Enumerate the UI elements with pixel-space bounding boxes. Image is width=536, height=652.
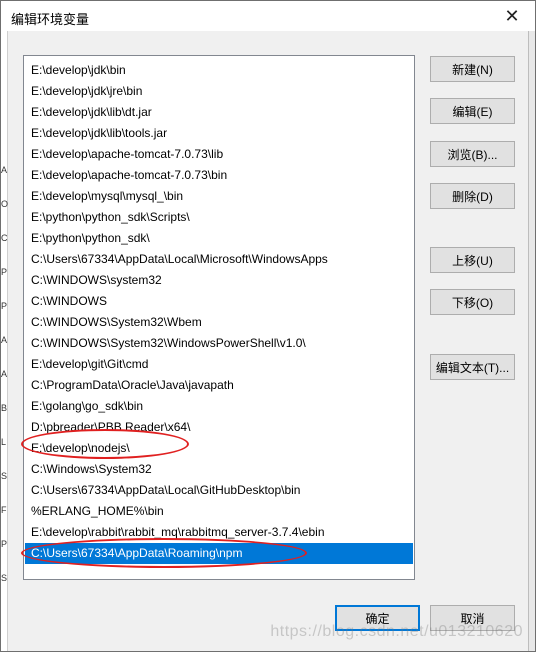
path-list-item[interactable]: C:\WINDOWS\System32\Wbem bbox=[25, 312, 413, 333]
close-icon: ✕ bbox=[504, 5, 520, 26]
path-list-item[interactable]: C:\WINDOWS\System32\WindowsPowerShell\v1… bbox=[25, 333, 413, 354]
path-list-item[interactable]: C:\Users\67334\AppData\Local\GitHubDeskt… bbox=[25, 480, 413, 501]
path-list-item[interactable]: E:\develop\nodejs\ bbox=[25, 438, 413, 459]
path-list-item[interactable]: C:\Windows\System32 bbox=[25, 459, 413, 480]
path-list-item[interactable]: E:\develop\apache-tomcat-7.0.73\lib bbox=[25, 144, 413, 165]
background-char: S bbox=[1, 573, 8, 583]
delete-button[interactable]: 删除(D) bbox=[430, 183, 515, 209]
background-char: A bbox=[1, 335, 8, 345]
background-window-scrollbar bbox=[528, 31, 535, 651]
background-char: P bbox=[1, 301, 8, 311]
path-list-item[interactable]: C:\WINDOWS\system32 bbox=[25, 270, 413, 291]
path-list-item[interactable]: E:\develop\jdk\lib\dt.jar bbox=[25, 102, 413, 123]
path-list-item[interactable]: E:\develop\jdk\bin bbox=[25, 60, 413, 81]
path-list-item[interactable]: %ERLANG_HOME%\bin bbox=[25, 501, 413, 522]
background-char: F bbox=[1, 505, 7, 515]
path-list-item[interactable]: E:\develop\apache-tomcat-7.0.73\bin bbox=[25, 165, 413, 186]
path-list-item[interactable]: D:\pbreader\PBB Reader\x64\ bbox=[25, 417, 413, 438]
path-list-item[interactable]: E:\develop\rabbit\rabbit_mq\rabbitmq_ser… bbox=[25, 522, 413, 543]
title-bar[interactable]: 编辑环境变量 ✕ bbox=[1, 1, 535, 31]
background-window-strip: A O C P P A A B L S F P S bbox=[1, 31, 8, 651]
path-list-item[interactable]: E:\develop\jdk\lib\tools.jar bbox=[25, 123, 413, 144]
path-list[interactable]: E:\develop\jdk\bin E:\develop\jdk\jre\bin… bbox=[23, 55, 415, 580]
move-up-button[interactable]: 上移(U) bbox=[430, 247, 515, 273]
path-list-item[interactable]: E:\python\python_sdk\Scripts\ bbox=[25, 207, 413, 228]
path-list-item[interactable]: E:\golang\go_sdk\bin bbox=[25, 396, 413, 417]
background-char: A bbox=[1, 165, 8, 175]
path-list-item[interactable]: E:\develop\git\Git\cmd bbox=[25, 354, 413, 375]
background-char: S bbox=[1, 471, 8, 481]
background-char: L bbox=[1, 437, 7, 447]
background-char: B bbox=[1, 403, 8, 413]
edit-text-button[interactable]: 编辑文本(T)... bbox=[430, 354, 515, 380]
path-list-item[interactable]: E:\develop\mysql\mysql_\bin bbox=[25, 186, 413, 207]
background-char: A bbox=[1, 369, 8, 379]
new-button[interactable]: 新建(N) bbox=[430, 56, 515, 82]
path-list-item[interactable]: C:\ProgramData\Oracle\Java\javapath bbox=[25, 375, 413, 396]
browse-button[interactable]: 浏览(B)... bbox=[430, 141, 515, 167]
window-title: 编辑环境变量 bbox=[11, 12, 90, 27]
edit-button[interactable]: 编辑(E) bbox=[430, 98, 515, 124]
move-down-button[interactable]: 下移(O) bbox=[430, 289, 515, 315]
edit-env-variable-dialog: 编辑环境变量 ✕ A O C P P A A B L S F P S E:\develop\jdk\bi… bbox=[0, 0, 536, 652]
path-list-item[interactable]: E:\develop\jdk\jre\bin bbox=[25, 81, 413, 102]
close-button[interactable]: ✕ bbox=[489, 1, 535, 31]
path-list-item[interactable]: C:\WINDOWS bbox=[25, 291, 413, 312]
background-char: P bbox=[1, 267, 8, 277]
path-list-item[interactable]: C:\Users\67334\AppData\Roaming\npm bbox=[25, 543, 413, 564]
background-char: P bbox=[1, 539, 8, 549]
watermark: https://blog.csdn.net/u013210620 bbox=[270, 623, 523, 640]
background-char: C bbox=[1, 233, 8, 243]
path-list-item[interactable]: E:\python\python_sdk\ bbox=[25, 228, 413, 249]
path-list-item[interactable]: C:\Users\67334\AppData\Local\Microsoft\W… bbox=[25, 249, 413, 270]
background-char: O bbox=[1, 199, 9, 209]
